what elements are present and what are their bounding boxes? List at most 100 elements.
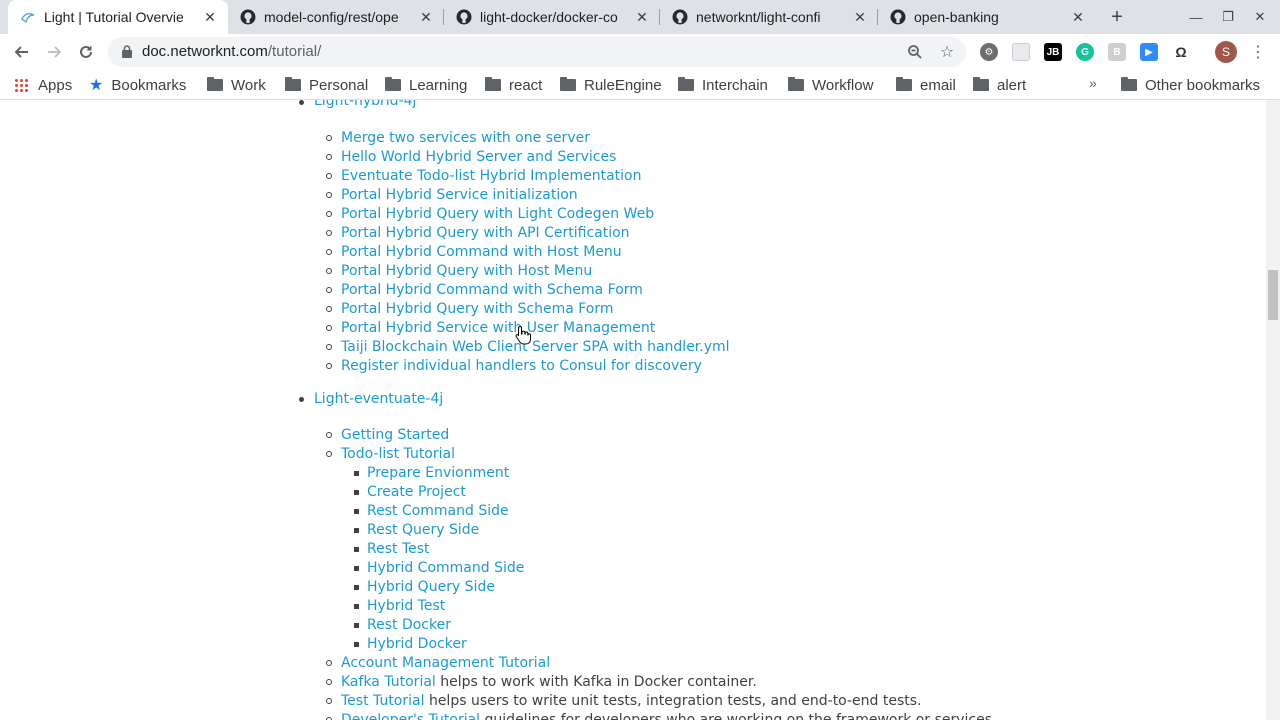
folder-icon bbox=[788, 77, 804, 91]
tab-title: light-docker/docker-co bbox=[480, 9, 618, 25]
jetbrains-extension-icon[interactable]: JB bbox=[1044, 43, 1062, 61]
todo-step-link[interactable]: Create Project bbox=[367, 483, 466, 502]
extension-b-icon[interactable]: B bbox=[1108, 43, 1126, 61]
bookmark-folder-learning[interactable]: Learning bbox=[385, 76, 467, 94]
new-tab-button[interactable]: + bbox=[1106, 6, 1128, 28]
reload-button[interactable] bbox=[74, 40, 98, 64]
bookmark-folder-ruleengine[interactable]: RuleEngine bbox=[560, 76, 662, 94]
extension-blank-icon[interactable] bbox=[1012, 43, 1030, 61]
tab-title: open-banking bbox=[914, 9, 999, 25]
minimize-icon[interactable]: — bbox=[1186, 7, 1206, 27]
forward-button[interactable] bbox=[42, 40, 66, 64]
tab-open-banking[interactable]: open-banking ✕ bbox=[878, 0, 1096, 34]
hybrid-tutorial-link[interactable]: Portal Hybrid Command with Host Menu bbox=[341, 243, 622, 262]
restore-icon[interactable]: ❐ bbox=[1218, 7, 1238, 27]
scrollbar-thumb[interactable] bbox=[1268, 270, 1278, 320]
link-account-management-tutorial[interactable]: Account Management Tutorial bbox=[341, 654, 550, 673]
todo-step-link[interactable]: Rest Docker bbox=[367, 616, 451, 635]
close-tab-icon[interactable]: ✕ bbox=[202, 9, 218, 25]
hybrid-tutorial-link[interactable]: Portal Hybrid Query with Light Codegen W… bbox=[341, 205, 654, 224]
link-getting-started[interactable]: Getting Started bbox=[341, 426, 449, 445]
link-kafka-tutorial[interactable]: Kafka Tutorial bbox=[341, 674, 436, 690]
tab-light-tutorial[interactable]: Light | Tutorial Overvie ✕ bbox=[8, 0, 228, 34]
todo-step-link[interactable]: Rest Command Side bbox=[367, 502, 509, 521]
close-tab-icon[interactable]: ✕ bbox=[852, 9, 868, 25]
bookmark-label: Workflow bbox=[812, 76, 874, 94]
list-bullet bbox=[299, 397, 304, 402]
page-scrollbar[interactable] bbox=[1266, 100, 1280, 720]
list-bullet bbox=[326, 135, 332, 141]
browser-menu-icon[interactable]: ⋮ bbox=[1250, 41, 1266, 63]
hybrid-tutorial-link[interactable]: Eventuate Todo-list Hybrid Implementatio… bbox=[341, 167, 641, 186]
kafka-description: helps to work with Kafka in Docker conta… bbox=[435, 674, 757, 690]
todo-step-link[interactable]: Hybrid Query Side bbox=[367, 578, 495, 597]
section-link-light-eventuate-4j[interactable]: Light-eventuate-4j bbox=[314, 390, 443, 409]
bookmark-folder-personal[interactable]: Personal bbox=[285, 76, 368, 94]
tab-light-docker[interactable]: light-docker/docker-co ✕ bbox=[444, 0, 660, 34]
hybrid-tutorial-link[interactable]: Portal Hybrid Query with Host Menu bbox=[341, 262, 592, 281]
list-bullet bbox=[354, 547, 359, 552]
folder-icon bbox=[560, 77, 576, 91]
hybrid-tutorial-link[interactable]: Register individual handlers to Consul f… bbox=[341, 357, 702, 376]
todo-step-link[interactable]: Hybrid Command Side bbox=[367, 559, 524, 578]
hybrid-tutorial-link[interactable]: Portal Hybrid Command with Schema Form bbox=[341, 281, 643, 300]
close-tab-icon[interactable]: ✕ bbox=[1070, 9, 1086, 25]
list-bullet bbox=[354, 623, 359, 628]
url-domain: doc.networknt.com bbox=[142, 43, 268, 60]
bookmark-folder-alert[interactable]: alert bbox=[973, 76, 1026, 94]
link-todo-list-tutorial[interactable]: Todo-list Tutorial bbox=[341, 445, 455, 464]
todo-step-link[interactable]: Hybrid Test bbox=[367, 597, 445, 616]
bookmark-folder-work[interactable]: Work bbox=[207, 76, 266, 94]
bookmark-star-icon[interactable]: ☆ bbox=[938, 43, 956, 61]
extension-gear-icon[interactable]: ⚙ bbox=[980, 43, 998, 61]
test-description: helps users to write unit tests, integra… bbox=[424, 693, 922, 709]
todo-step-link[interactable]: Rest Test bbox=[367, 540, 430, 559]
address-bar[interactable]: doc.networknt.com/tutorial/ ☆ bbox=[108, 37, 966, 67]
list-bullet bbox=[326, 154, 332, 160]
bookmark-folder-workflow[interactable]: Workflow bbox=[788, 76, 873, 94]
bookmark-folder-interchain[interactable]: Interchain bbox=[678, 76, 768, 94]
folder-icon bbox=[678, 77, 694, 91]
avatar[interactable]: S bbox=[1215, 41, 1237, 63]
list-bullet bbox=[326, 211, 332, 217]
hybrid-tutorial-link[interactable]: Taiji Blockchain Web Client Server SPA w… bbox=[341, 338, 730, 357]
list-bullet bbox=[326, 249, 332, 255]
todo-step-link[interactable]: Rest Query Side bbox=[367, 521, 479, 540]
hand-cursor-icon bbox=[515, 325, 531, 345]
browser-toolbar: doc.networknt.com/tutorial/ ☆ ⚙ JB G B ▶… bbox=[0, 34, 1280, 70]
bookmark-folder-email[interactable]: email bbox=[896, 76, 956, 94]
lock-icon[interactable] bbox=[122, 45, 132, 58]
list-bullet bbox=[326, 451, 332, 457]
link-developers-tutorial[interactable]: Developer's Tutorial bbox=[341, 712, 480, 720]
back-button[interactable] bbox=[10, 40, 34, 64]
bookmarks-overflow-button[interactable]: » bbox=[1089, 75, 1097, 91]
tab-model-config[interactable]: model-config/rest/ope ✕ bbox=[228, 0, 444, 34]
list-item-kafka: Kafka Tutorial helps to work with Kafka … bbox=[341, 673, 757, 692]
bookmark-apps[interactable]: Apps bbox=[14, 76, 72, 94]
zoom-icon[interactable] bbox=[906, 43, 924, 61]
bookmark-label: Other bookmarks bbox=[1145, 76, 1261, 94]
bookmark-bookmarks[interactable]: ★ Bookmarks bbox=[89, 76, 186, 95]
hybrid-tutorial-link[interactable]: Hello World Hybrid Server and Services bbox=[341, 148, 616, 167]
section-link-light-hybrid-4j[interactable]: Light-hybrid-4j bbox=[314, 100, 416, 111]
zoom-extension-icon[interactable]: ▶ bbox=[1140, 43, 1158, 61]
close-window-icon[interactable]: ✕ bbox=[1250, 7, 1270, 27]
close-tab-icon[interactable]: ✕ bbox=[634, 9, 650, 25]
bookmark-folder-react[interactable]: react bbox=[485, 76, 542, 94]
hybrid-tutorial-link[interactable]: Portal Hybrid Service with User Manageme… bbox=[341, 319, 655, 338]
bookmark-other-bookmarks[interactable]: Other bookmarks bbox=[1121, 76, 1260, 94]
link-test-tutorial[interactable]: Test Tutorial bbox=[341, 693, 425, 709]
hybrid-tutorial-link[interactable]: Merge two services with one server bbox=[341, 129, 590, 148]
hybrid-tutorial-link[interactable]: Portal Hybrid Service initialization bbox=[341, 186, 578, 205]
hybrid-tutorial-link[interactable]: Portal Hybrid Query with API Certificati… bbox=[341, 224, 630, 243]
tab-light-config[interactable]: networknt/light-confi ✕ bbox=[660, 0, 878, 34]
grammarly-extension-icon[interactable]: G bbox=[1076, 43, 1094, 61]
list-bullet bbox=[326, 679, 332, 685]
apps-grid-icon bbox=[14, 78, 28, 92]
list-bullet bbox=[354, 471, 359, 476]
todo-step-link[interactable]: Hybrid Docker bbox=[367, 635, 467, 654]
extension-omega-icon[interactable]: Ω bbox=[1172, 43, 1190, 61]
close-tab-icon[interactable]: ✕ bbox=[418, 9, 434, 25]
hybrid-tutorial-link[interactable]: Portal Hybrid Query with Schema Form bbox=[341, 300, 614, 319]
todo-step-link[interactable]: Prepare Envionment bbox=[367, 464, 509, 483]
